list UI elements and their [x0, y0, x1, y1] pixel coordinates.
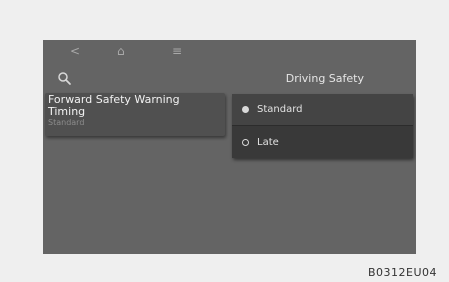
home-icon[interactable]: ⌂ — [117, 43, 125, 59]
page-title: Driving Safety — [285, 72, 364, 85]
option-label: Standard — [257, 104, 303, 115]
menu-icon[interactable]: ≡ — [172, 43, 182, 59]
back-icon[interactable]: < — [70, 43, 80, 59]
top-navigation-bar: < ⌂ ≡ — [43, 40, 416, 64]
menu-item-value: Standard — [48, 118, 85, 127]
timing-options-panel: Standard Late — [232, 94, 413, 158]
forward-safety-warning-timing-item[interactable]: Forward Safety Warning Timing Standard — [45, 93, 225, 136]
infotainment-screen: < ⌂ ≡ Driving Safety Forward Safety Warn… — [43, 40, 416, 254]
radio-unselected-icon — [242, 138, 249, 146]
menu-item-title: Forward Safety Warning Timing — [48, 93, 180, 118]
radio-selected-icon — [242, 106, 249, 113]
option-standard[interactable]: Standard — [232, 94, 413, 126]
option-late[interactable]: Late — [232, 126, 413, 158]
search-icon[interactable] — [57, 71, 73, 87]
option-label: Late — [257, 136, 279, 148]
figure-code: B0312EU04 — [367, 266, 437, 279]
